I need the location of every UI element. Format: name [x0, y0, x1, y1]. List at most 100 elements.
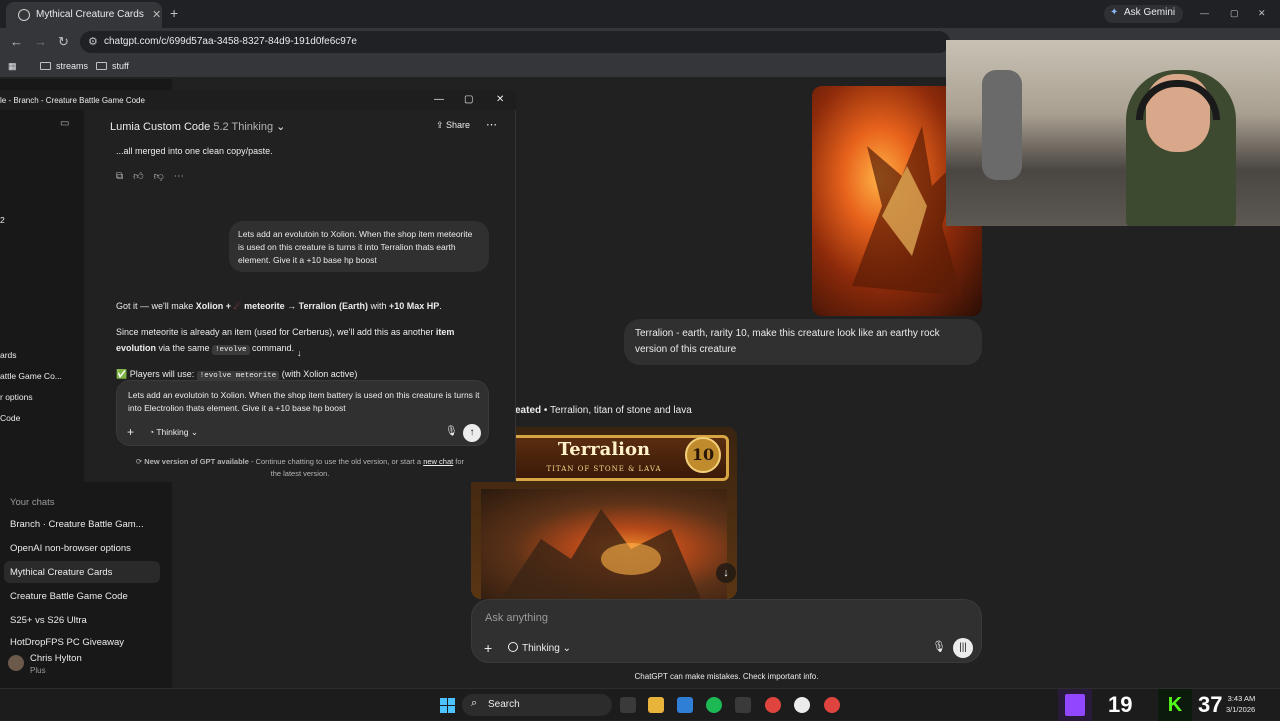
notepad-icon[interactable]: [677, 697, 693, 713]
close-icon[interactable]: ✕: [152, 8, 161, 21]
new-tab-button[interactable]: +: [170, 5, 178, 21]
url-text: chatgpt.com/c/699d57aa-3458-8327-84d9-19…: [104, 36, 357, 47]
gemini-icon: ✦: [1110, 7, 1119, 18]
sidebar-fragment[interactable]: attle Game Co...: [0, 371, 62, 381]
chat-item[interactable]: Branch · Creature Battle Gam...: [4, 513, 160, 535]
chat-item[interactable]: OpenAI non-browser options: [4, 537, 160, 559]
composer-placeholder: Ask anything: [485, 612, 548, 624]
voice-icon[interactable]: |||: [953, 638, 973, 658]
reply-bold: item: [435, 327, 455, 337]
window-close-icon[interactable]: ✕: [1258, 8, 1266, 19]
plus-icon[interactable]: +: [484, 640, 492, 656]
taskbar-search[interactable]: ⌕ Search: [462, 694, 612, 716]
share-button[interactable]: ⇪ Share: [436, 120, 470, 131]
thumbs-up-icon[interactable]: 👍︎: [133, 171, 143, 182]
sidebar-fragment[interactable]: ards: [0, 350, 17, 360]
new-chat-link[interactable]: new chat: [423, 457, 453, 466]
thinking-model-selector[interactable]: ◔ Thinking ⌄: [149, 427, 198, 438]
mic-icon[interactable]: 🎙: [932, 640, 946, 653]
thinking-model-selector[interactable]: Thinking ⌄: [508, 642, 571, 654]
ask-gemini-button[interactable]: ✦ Ask Gemini: [1104, 5, 1184, 23]
send-icon[interactable]: ↑: [463, 424, 481, 442]
chat-item[interactable]: Creature Battle Game Code: [4, 585, 160, 607]
chat-item-active[interactable]: Mythical Creature Cards: [4, 561, 160, 583]
disclaimer: ChatGPT can make mistakes. Check importa…: [634, 672, 819, 681]
bookmark-label: streams: [56, 61, 89, 71]
download-icon[interactable]: ↓: [716, 563, 736, 583]
card-dragon-illustration: [501, 509, 701, 599]
bookmark-streams[interactable]: streams: [40, 61, 88, 71]
back-icon[interactable]: ←: [10, 34, 23, 49]
tab-title: Mythical Creature Cards: [36, 9, 144, 20]
inline-code: !evolve: [212, 345, 250, 355]
folder-icon: [40, 62, 51, 70]
tab-mythical-creature-cards[interactable]: Mythical Creature Cards ✕: [6, 2, 162, 28]
twitch-viewer-count: 19: [1108, 692, 1133, 717]
reply-bold: +10 Max HP: [388, 301, 440, 311]
chrome-alt-icon[interactable]: [824, 697, 840, 713]
chatgpt-favicon: [18, 9, 30, 21]
apps-icon[interactable]: ▦: [8, 61, 17, 72]
task-view-icon[interactable]: [620, 697, 636, 713]
webcam-overlay: [946, 40, 1280, 226]
sidebar-fragment[interactable]: r options: [0, 392, 33, 402]
plus-icon[interactable]: +: [127, 425, 134, 439]
reply-bold: evolution: [116, 343, 156, 353]
card-rarity-badge: 10: [685, 437, 721, 473]
overlay-sidebar: ▭ 2 ards attle Game Co... r options Code: [0, 110, 84, 482]
user-message-bubble: Lets add an evolutoin to Xolion. When th…: [229, 221, 489, 272]
user-message-bubble: Terralion - earth, rarity 10, make this …: [624, 319, 982, 365]
window-close-icon[interactable]: ✕: [496, 94, 504, 105]
minimize-icon[interactable]: —: [434, 94, 444, 105]
windows-icon[interactable]: [440, 698, 455, 713]
notice-bold: New version of GPT available: [144, 457, 249, 466]
composer-draft-text[interactable]: Lets add an evolutoin to Xolion. When th…: [128, 389, 483, 415]
notice-text: - Continue chatting to use the old versi…: [248, 457, 424, 466]
model-selector[interactable]: Lumia Custom Code 5.2 Thinking ⌄: [110, 120, 285, 133]
chrome-icon[interactable]: [765, 697, 781, 713]
model-name: Lumia Custom Code: [110, 121, 211, 133]
thumbs-down-icon[interactable]: 👎︎: [154, 171, 164, 182]
sidebar-toggle-icon[interactable]: ▭: [60, 118, 69, 129]
chat-item[interactable]: HotDropFPS PC Giveaway: [4, 633, 160, 647]
overlay-composer[interactable]: Lets add an evolutoin to Xolion. When th…: [116, 380, 489, 446]
maximize-icon[interactable]: ▢: [1230, 8, 1239, 19]
sidebar-fragment[interactable]: Code: [0, 413, 20, 423]
copy-icon[interactable]: ⧉: [116, 171, 123, 182]
chatgpt-icon[interactable]: [794, 697, 810, 713]
avatar: [8, 655, 24, 671]
file-explorer-icon[interactable]: [648, 697, 664, 713]
search-label: Search: [488, 699, 520, 710]
chat-item[interactable]: S25+ vs S26 Ultra: [4, 609, 160, 631]
forward-icon[interactable]: →: [34, 34, 47, 49]
thinking-label: Thinking: [522, 643, 560, 654]
browser-tab-bar: Mythical Creature Cards ✕ + ✦ Ask Gemini…: [0, 0, 1280, 28]
more-icon[interactable]: ⋯: [174, 171, 184, 182]
thinking-icon: [508, 642, 518, 652]
main-composer[interactable]: Ask anything + Thinking ⌄ 🎙 |||: [471, 599, 982, 663]
reply-text: Got it — we'll make: [116, 301, 196, 311]
share-icon: ⇪: [436, 120, 447, 130]
mic-icon[interactable]: 🎙: [445, 426, 458, 437]
minimize-icon[interactable]: —: [1200, 8, 1209, 18]
system-clock[interactable]: 3:43 AM 3/1/2026: [1226, 693, 1255, 715]
folder-icon: [96, 62, 107, 70]
card-art: [481, 489, 727, 599]
meteorite-emoji-icon: ☄: [233, 301, 242, 311]
tune-icon[interactable]: ⚙: [88, 35, 98, 48]
clock-time: 3:43 AM: [1227, 694, 1256, 703]
thinking-label: Thinking: [156, 427, 189, 437]
reply-text: with: [367, 301, 389, 311]
hudfx-icon[interactable]: [735, 697, 751, 713]
more-icon[interactable]: ⋯: [486, 118, 497, 131]
reply-text: via the same: [156, 343, 213, 353]
scroll-down-icon[interactable]: ↓: [297, 348, 302, 358]
url-field[interactable]: ⚙ chatgpt.com/c/699d57aa-3458-8327-84d9-…: [80, 31, 950, 53]
reply-text: Since meteorite is already an item (used…: [116, 327, 436, 337]
bookmark-stuff[interactable]: stuff: [96, 61, 129, 71]
spotify-icon[interactable]: [706, 697, 722, 713]
maximize-icon[interactable]: ▢: [464, 94, 473, 105]
reload-icon[interactable]: ↻: [58, 34, 69, 50]
twitch-icon: [1065, 694, 1085, 716]
clock-date: 3/1/2026: [1226, 705, 1256, 714]
